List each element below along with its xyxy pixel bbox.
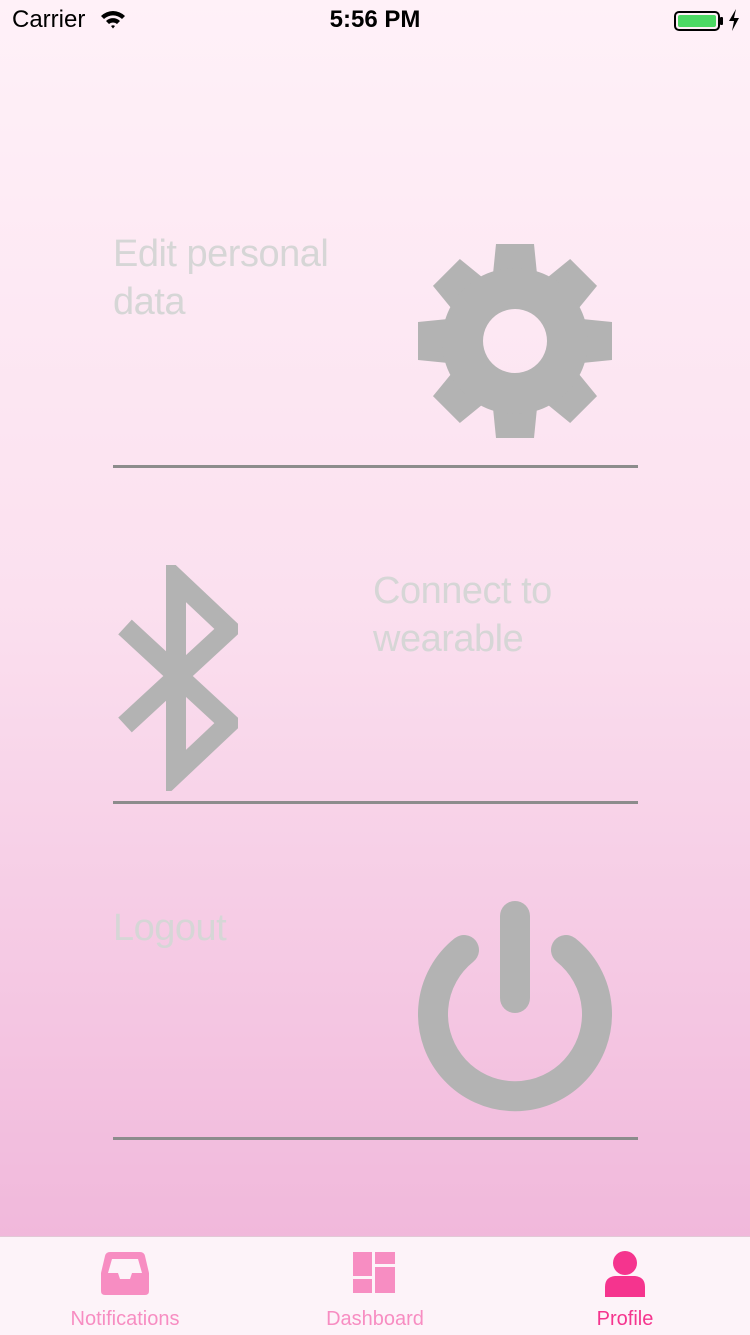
battery-icon bbox=[674, 11, 724, 36]
status-bar: Carrier 5:56 PM bbox=[0, 0, 750, 40]
divider bbox=[113, 1137, 638, 1140]
settings-row-connect-to-wearable[interactable]: Connect to wearable bbox=[113, 555, 638, 805]
inbox-icon bbox=[100, 1249, 150, 1302]
divider bbox=[113, 801, 638, 804]
divider bbox=[113, 465, 638, 468]
tab-profile-label: Profile bbox=[596, 1308, 654, 1330]
edit-personal-data-label: Edit personal data bbox=[113, 233, 329, 323]
settings-row-edit-personal-data[interactable]: Edit personal data bbox=[113, 230, 638, 470]
tab-notifications[interactable]: Notifications bbox=[0, 1237, 250, 1335]
connect-to-wearable-label: Connect to wearable bbox=[373, 570, 552, 660]
bluetooth-icon bbox=[118, 555, 244, 797]
settings-row-logout[interactable]: Logout bbox=[113, 898, 638, 1143]
tab-dashboard-label: Dashboard bbox=[326, 1308, 424, 1330]
tab-bar: Notifications Dashboard Profile bbox=[0, 1236, 750, 1335]
logout-label: Logout bbox=[113, 907, 227, 949]
tab-notifications-label: Notifications bbox=[70, 1308, 180, 1330]
user-icon bbox=[600, 1249, 650, 1302]
tab-profile[interactable]: Profile bbox=[500, 1237, 750, 1335]
clock: 5:56 PM bbox=[329, 6, 421, 33]
charging-icon bbox=[728, 9, 740, 36]
dashboard-icon bbox=[350, 1249, 400, 1302]
power-icon bbox=[418, 900, 612, 1117]
gear-icon bbox=[418, 244, 612, 443]
tab-dashboard[interactable]: Dashboard bbox=[250, 1237, 500, 1335]
